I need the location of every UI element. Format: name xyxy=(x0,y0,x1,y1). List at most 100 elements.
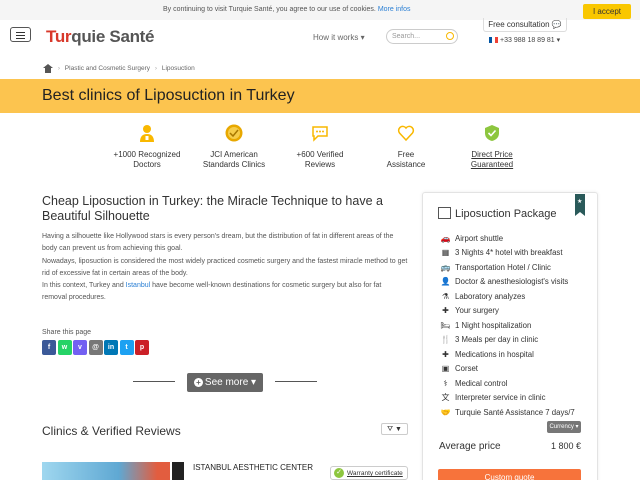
viber-icon[interactable]: v xyxy=(73,340,87,355)
feature-line-2: Reviews xyxy=(304,160,336,169)
list-item: ✚ Your surgery xyxy=(440,304,590,319)
package-item-label: Doctor & anesthesiologist's visits xyxy=(455,277,569,287)
list-item: 🤝 Turquie Santé Assistance 7 days/7 xyxy=(440,405,590,420)
package-item-label: Medical control xyxy=(455,378,508,388)
package-item-label: 3 Meals per day in clinic xyxy=(455,335,539,345)
custom-quote-button[interactable]: Custom quote xyxy=(438,469,581,480)
email-icon[interactable]: @ xyxy=(88,340,103,355)
breadcrumb-item-liposuction[interactable]: Liposuction xyxy=(162,65,195,72)
feature-line-2: Assistance xyxy=(386,160,426,169)
divider-left xyxy=(133,381,175,382)
feature-jci: JCI American Standards Clinics xyxy=(194,124,274,170)
article-body: Having a silhouette like Hollywood stars… xyxy=(42,231,408,305)
chevron-down-icon: ▾ xyxy=(251,377,257,388)
warranty-certificate-badge[interactable]: Warranty certificate xyxy=(330,466,408,480)
average-price-label: Average price xyxy=(439,441,501,452)
feature-line-1: Direct Price xyxy=(471,150,513,159)
linkedin-icon[interactable]: in xyxy=(104,340,118,355)
feature-line-1: JCI American xyxy=(210,150,258,159)
bus-icon: 🚌 xyxy=(440,262,451,272)
heart-icon xyxy=(397,125,415,142)
corset-icon: ▣ xyxy=(441,364,450,374)
see-more-label: See more xyxy=(204,377,249,388)
list-item: 👤 Doctor & anesthesiologist's visits xyxy=(440,275,590,290)
bed-icon: 🛏 xyxy=(440,320,451,330)
chat-icon: 💬 xyxy=(551,20,562,29)
hamburger-menu-button[interactable] xyxy=(10,27,31,42)
pinterest-icon[interactable]: p xyxy=(135,340,149,355)
doctor-icon: 👤 xyxy=(440,277,451,287)
article-text: In this context, Turkey and xyxy=(42,282,126,290)
reviews-section-title: Clinics & Verified Reviews xyxy=(42,424,181,438)
package-item-label: Airport shuttle xyxy=(455,233,504,243)
package-items: 🚗 Airport shuttle ▦ 3 Nights 4* hotel with… xyxy=(440,231,590,420)
search-input[interactable]: Search... xyxy=(386,29,458,44)
cookie-bar: By continuing to visit Turquie Santé, yo… xyxy=(0,0,640,20)
article-paragraph: In this context, Turkey and Istanbul hav… xyxy=(42,280,408,305)
logo[interactable]: Turquie Santé xyxy=(46,27,155,47)
search-placeholder: Search... xyxy=(392,33,421,40)
jci-badge-icon xyxy=(225,124,243,142)
list-item: 🚌 Transportation Hotel / Clinic xyxy=(440,260,590,275)
home-icon[interactable] xyxy=(42,64,53,73)
interpreter-icon: 文 xyxy=(441,393,450,403)
feature-line-2: Standards Clinics xyxy=(202,160,266,169)
list-item: ▦ 3 Nights 4* hotel with breakfast xyxy=(440,246,590,261)
list-item: ✚ Medications in hospital xyxy=(440,347,590,362)
feature-line-2: Guaranteed xyxy=(470,160,514,169)
twitter-icon[interactable]: t xyxy=(119,340,134,355)
facebook-icon[interactable]: f xyxy=(42,340,56,355)
car-icon: 🚗 xyxy=(440,233,451,243)
feature-reviews: +600 Verified Reviews xyxy=(280,124,360,170)
cookie-text: By continuing to visit Turquie Santé, yo… xyxy=(163,6,411,13)
search-icon[interactable] xyxy=(446,32,454,40)
package-item-label: Laboratory analyzes xyxy=(455,291,526,301)
package-box-icon xyxy=(438,207,451,219)
chevron-down-icon: ▾ xyxy=(556,37,561,44)
handshake-icon: 🤝 xyxy=(440,407,451,417)
phone-selector[interactable]: +33 988 18 89 81 ▾ xyxy=(489,36,560,44)
package-title: Liposuction Package xyxy=(438,207,557,220)
package-item-label: Corset xyxy=(455,364,478,374)
article-title: Cheap Liposuction in Turkey: the Miracle… xyxy=(42,194,383,223)
logo-part-1: Tur xyxy=(46,27,72,46)
accept-cookies-button[interactable]: I accept xyxy=(583,4,631,19)
divider-right xyxy=(275,381,317,382)
plus-icon: + xyxy=(193,377,203,387)
package-item-label: Interpreter service in clinic xyxy=(455,393,546,403)
how-it-works-label: How it works xyxy=(313,33,359,42)
page-title: Best clinics of Liposuction in Turkey xyxy=(42,87,295,104)
filter-caret: ▼ xyxy=(394,426,402,433)
france-flag-icon xyxy=(489,37,498,44)
feature-doctors: +1000 Recognized Doctors xyxy=(107,124,187,170)
clinic-image[interactable] xyxy=(42,462,170,480)
doctor-icon xyxy=(140,125,154,142)
feature-direct-price[interactable]: Direct Price Guaranteed xyxy=(452,124,532,170)
list-item: 🍴 3 Meals per day in clinic xyxy=(440,333,590,348)
list-item: 🚗 Airport shuttle xyxy=(440,231,590,246)
package-item-label: Transportation Hotel / Clinic xyxy=(455,262,551,272)
list-item: ⚗ Laboratory analyzes xyxy=(440,289,590,304)
how-it-works-menu[interactable]: How it works ▾ xyxy=(313,33,365,42)
package-title-label: Liposuction Package xyxy=(455,208,557,220)
breadcrumb-item-plastic-surgery[interactable]: Plastic and Cosmetic Surgery xyxy=(65,65,150,72)
bookmark-icon[interactable]: ★ xyxy=(575,194,585,216)
istanbul-link[interactable]: Istanbul xyxy=(126,282,151,289)
currency-label: Currency xyxy=(549,424,574,430)
feature-line-2: Doctors xyxy=(133,160,161,169)
logo-part-2: quie Santé xyxy=(71,27,155,46)
package-item-label: Turquie Santé Assistance 7 days/7 xyxy=(455,407,575,417)
package-item-label: Your surgery xyxy=(455,306,499,316)
article-paragraph: Nowadays, liposuction is considered the … xyxy=(42,257,408,277)
feature-line-1: +1000 Recognized xyxy=(113,150,181,159)
list-item: 文 Interpreter service in clinic xyxy=(440,391,590,406)
filter-dropdown-button[interactable]: ⛛ ▼ xyxy=(381,423,408,435)
clinic-name[interactable]: ISTANBUL AESTHETIC CENTER xyxy=(193,463,313,472)
free-consultation-button[interactable]: Free consultation 💬 xyxy=(483,18,567,32)
more-infos-link[interactable]: More infos xyxy=(378,6,411,13)
currency-dropdown[interactable]: Currency ▾ xyxy=(547,421,581,433)
see-more-button[interactable]: + See more ▾ xyxy=(187,373,263,392)
whatsapp-icon[interactable]: w xyxy=(57,340,72,355)
meal-icon: 🍴 xyxy=(440,335,451,345)
list-item: ▣ Corset xyxy=(440,362,590,377)
